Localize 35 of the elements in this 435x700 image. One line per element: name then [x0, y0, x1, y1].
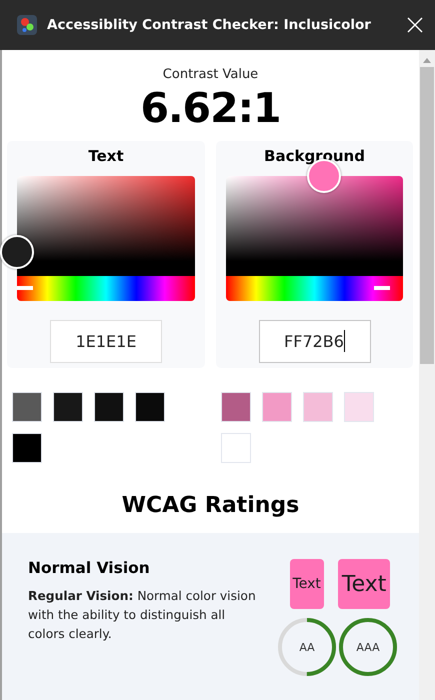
color-area[interactable] — [226, 176, 403, 276]
scroll-thumb[interactable] — [420, 67, 434, 364]
rating-ring: AA — [276, 617, 336, 677]
contrast-ratio: 6.62:1 — [139, 88, 282, 129]
vision-description: Regular Vision: Normal color vision with the ability to distinguish all colors clearly. — [28, 588, 257, 643]
hex-input-field[interactable]: 1E1E1E — [50, 320, 162, 363]
hue-thumb[interactable] — [374, 286, 390, 290]
scrollbar[interactable] — [419, 50, 435, 700]
color-swatch[interactable] — [12, 433, 42, 463]
color-swatch[interactable] — [135, 392, 165, 422]
vision-title: Normal Vision — [28, 559, 151, 577]
section-heading: WCAG Ratings — [120, 493, 300, 520]
window-title: Accessiblity Contrast Checker: Inclusicolor — [47, 17, 372, 33]
close-icon[interactable] — [407, 17, 423, 33]
hue-slider[interactable] — [17, 276, 195, 301]
color-area[interactable] — [17, 176, 195, 276]
hue-thumb[interactable] — [17, 286, 33, 290]
picker-title: Text — [88, 147, 124, 167]
hue-slider[interactable] — [226, 276, 403, 301]
text-sample: Text — [338, 559, 390, 609]
color-swatch[interactable] — [221, 392, 251, 422]
color-swatch[interactable] — [262, 392, 292, 422]
hex-input-field[interactable]: FF72B6 — [258, 320, 370, 363]
color-handle[interactable] — [0, 234, 34, 269]
app-logo-icon — [17, 15, 37, 35]
rating-ring: AAA — [338, 617, 398, 677]
picker-title: Background — [264, 147, 365, 167]
text-sample: Text — [290, 559, 324, 609]
color-swatch[interactable] — [344, 392, 374, 422]
color-swatch[interactable] — [53, 392, 83, 422]
color-swatch[interactable] — [94, 392, 124, 422]
color-swatch[interactable] — [221, 433, 251, 463]
contrast-label: Contrast Value — [162, 67, 260, 82]
color-swatch[interactable] — [12, 392, 42, 422]
color-swatch[interactable] — [303, 392, 333, 422]
